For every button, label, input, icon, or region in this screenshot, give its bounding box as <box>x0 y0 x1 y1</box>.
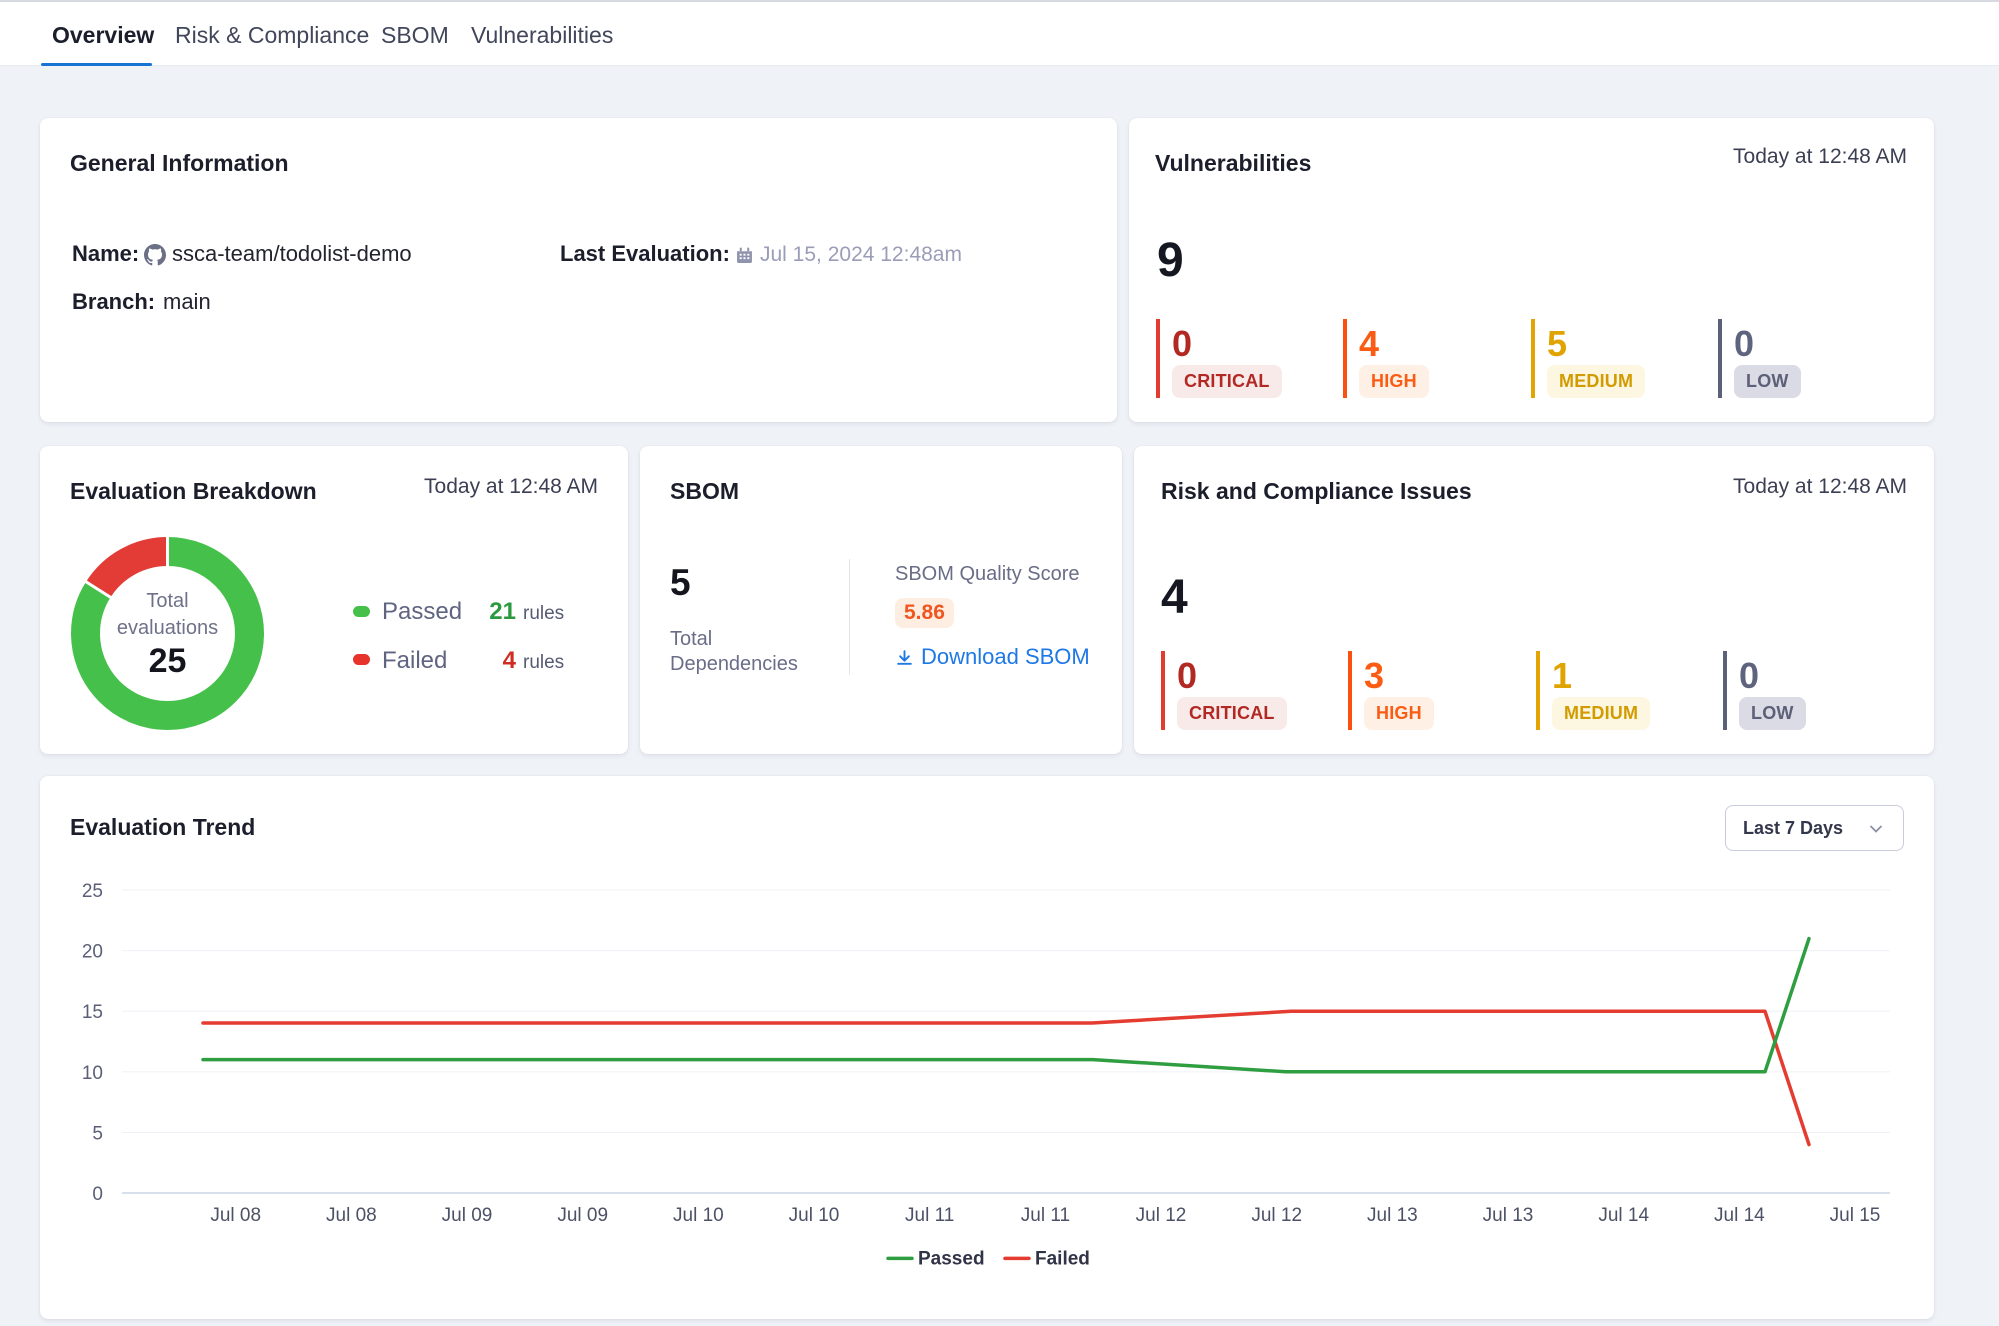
svg-text:Jul 10: Jul 10 <box>673 1205 724 1226</box>
svg-text:Jul 14: Jul 14 <box>1714 1205 1765 1226</box>
svg-text:Jul 08: Jul 08 <box>210 1205 261 1226</box>
svg-text:0: 0 <box>92 1184 103 1205</box>
svg-text:Jul 13: Jul 13 <box>1483 1205 1534 1226</box>
svg-text:Jul 12: Jul 12 <box>1136 1205 1187 1226</box>
svg-text:20: 20 <box>82 942 103 963</box>
svg-text:5: 5 <box>92 1124 103 1145</box>
svg-text:Jul 11: Jul 11 <box>905 1205 954 1226</box>
svg-text:Jul 08: Jul 08 <box>326 1205 377 1226</box>
svg-text:10: 10 <box>82 1063 103 1084</box>
svg-text:Jul 09: Jul 09 <box>442 1205 493 1226</box>
svg-text:Jul 12: Jul 12 <box>1251 1205 1302 1226</box>
svg-text:Jul 14: Jul 14 <box>1598 1205 1649 1226</box>
svg-text:Jul 13: Jul 13 <box>1367 1205 1418 1226</box>
svg-text:Passed: Passed <box>918 1248 985 1269</box>
svg-text:Jul 10: Jul 10 <box>789 1205 840 1226</box>
svg-text:Jul 09: Jul 09 <box>557 1205 608 1226</box>
svg-text:Failed: Failed <box>1035 1248 1090 1269</box>
svg-text:15: 15 <box>82 1002 103 1023</box>
svg-text:25: 25 <box>82 881 103 902</box>
svg-text:Jul 11: Jul 11 <box>1021 1205 1070 1226</box>
svg-text:Jul 15: Jul 15 <box>1830 1205 1881 1226</box>
